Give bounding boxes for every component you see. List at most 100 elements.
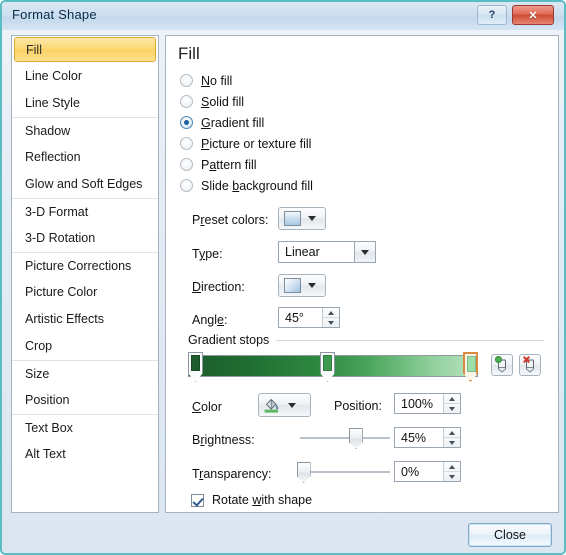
radio-indicator-selected: [180, 116, 193, 129]
brightness-label: Brightness:: [192, 433, 255, 447]
spinner-down-icon[interactable]: [323, 317, 339, 327]
sidebar-item-picture-color[interactable]: Picture Color: [12, 279, 158, 306]
sidebar-item-3d-format[interactable]: 3-D Format: [12, 198, 158, 225]
type-dropdown[interactable]: Linear: [278, 241, 376, 263]
close-button[interactable]: Close: [468, 523, 552, 547]
brightness-stepper[interactable]: 45%: [394, 427, 461, 448]
radio-picture-or-texture-fill[interactable]: Picture or texture fill: [180, 133, 311, 154]
sidebar-item-fill[interactable]: Fill: [14, 37, 156, 62]
radio-no-fill[interactable]: No fill: [180, 70, 232, 91]
radio-label-pattern-fill: Pattern fill: [201, 157, 257, 172]
brightness-value[interactable]: 45%: [395, 431, 443, 445]
spinner-down-icon[interactable]: [444, 403, 460, 413]
radio-indicator: [180, 137, 193, 150]
help-icon[interactable]: ?: [477, 5, 507, 25]
chevron-glyph: [361, 249, 369, 255]
rotate-with-shape-label: Rotate with shape: [212, 493, 313, 507]
remove-gradient-stop-button[interactable]: [519, 354, 541, 376]
category-list[interactable]: Fill Line Color Line Style Shadow Reflec…: [11, 35, 159, 513]
type-label: Type:: [192, 247, 223, 261]
transparency-stepper[interactable]: 0%: [394, 461, 461, 482]
preset-color-swatch: [284, 211, 301, 226]
radio-label-solid-fill: Solid fill: [201, 94, 245, 109]
radio-solid-fill[interactable]: Solid fill: [180, 91, 244, 112]
format-shape-dialog: Format Shape ? ✕ Fill Line Color Line St…: [0, 0, 566, 555]
radio-indicator: [180, 179, 193, 192]
sidebar-item-crop[interactable]: Crop: [12, 333, 158, 360]
radio-slide-background-fill[interactable]: Slide background fill: [180, 175, 313, 196]
sidebar-item-shadow[interactable]: Shadow: [12, 117, 158, 144]
add-gradient-stop-button[interactable]: [491, 354, 513, 376]
sidebar-item-position[interactable]: Position: [12, 387, 158, 414]
spinner-buttons[interactable]: [322, 308, 339, 327]
sidebar-item-size[interactable]: Size: [12, 360, 158, 387]
angle-label: Angle:: [192, 313, 228, 327]
spinner-up-icon[interactable]: [444, 462, 460, 471]
paint-bucket-icon: [263, 397, 281, 413]
spinner-down-icon[interactable]: [444, 471, 460, 481]
chevron-down-icon: [308, 283, 316, 288]
radio-gradient-fill[interactable]: Gradient fill: [180, 112, 264, 133]
remove-stop-icon: [523, 356, 534, 373]
sidebar-item-reflection[interactable]: Reflection: [12, 144, 158, 171]
gradient-stop-0[interactable]: [188, 352, 203, 382]
color-label: Color: [192, 400, 222, 414]
radio-label-gradient-fill: Gradient fill: [201, 115, 265, 130]
stop-color-chip: [467, 356, 476, 372]
preset-colors-label: Preset colors:: [192, 213, 269, 227]
fill-options-panel: Fill No fill Solid fill Gradient fill Pi…: [165, 35, 559, 513]
group-divider: [276, 340, 544, 341]
transparency-slider[interactable]: [296, 462, 390, 483]
chevron-down-icon[interactable]: [354, 242, 375, 262]
position-stepper[interactable]: 100%: [394, 393, 461, 414]
slider-track: [300, 471, 390, 473]
chevron-down-icon: [308, 216, 316, 221]
direction-dropdown[interactable]: [278, 274, 326, 297]
transparency-value[interactable]: 0%: [395, 465, 443, 479]
radio-label-no-fill: No fill: [201, 73, 233, 88]
spinner-buttons[interactable]: [443, 462, 460, 481]
type-value: Linear: [285, 245, 320, 259]
window-title: Format Shape: [12, 7, 97, 22]
radio-pattern-fill[interactable]: Pattern fill: [180, 154, 257, 175]
gradient-stop-2-selected[interactable]: [463, 352, 478, 382]
rotate-with-shape-checkbox[interactable]: Rotate with shape: [191, 493, 312, 507]
sidebar-item-picture-corrections[interactable]: Picture Corrections: [12, 252, 158, 279]
sidebar-item-line-color[interactable]: Line Color: [12, 63, 158, 90]
spinner-up-icon[interactable]: [444, 428, 460, 437]
spinner-down-icon[interactable]: [444, 437, 460, 447]
sidebar-item-glow-and-soft-edges[interactable]: Glow and Soft Edges: [12, 171, 158, 198]
spinner-buttons[interactable]: [443, 394, 460, 413]
position-label: Position:: [334, 399, 382, 413]
sidebar-item-artistic-effects[interactable]: Artistic Effects: [12, 306, 158, 333]
gradient-stop-1[interactable]: [320, 352, 335, 382]
page-title: Fill: [178, 44, 200, 63]
brightness-slider[interactable]: [300, 428, 390, 449]
slider-track: [300, 437, 390, 439]
title-bar: Format Shape ? ✕: [2, 2, 564, 30]
close-icon[interactable]: ✕: [512, 5, 554, 25]
radio-indicator: [180, 74, 193, 87]
preset-colors-dropdown[interactable]: [278, 207, 326, 230]
sidebar-item-alt-text[interactable]: Alt Text: [12, 441, 158, 468]
radio-label-slide-background-fill: Slide background fill: [201, 178, 313, 193]
spinner-up-icon[interactable]: [323, 308, 339, 317]
radio-indicator: [180, 158, 193, 171]
color-dropdown[interactable]: [258, 393, 311, 417]
sidebar-item-3d-rotation[interactable]: 3-D Rotation: [12, 225, 158, 252]
spinner-up-icon[interactable]: [444, 394, 460, 403]
gradient-stops-group-label: Gradient stops: [188, 333, 276, 347]
slider-thumb[interactable]: [296, 462, 311, 483]
slider-thumb[interactable]: [348, 428, 363, 449]
radio-indicator: [180, 95, 193, 108]
direction-label: Direction:: [192, 280, 245, 294]
sidebar-item-line-style[interactable]: Line Style: [12, 90, 158, 117]
add-stop-icon: [495, 356, 506, 373]
sidebar-item-text-box[interactable]: Text Box: [12, 414, 158, 441]
spinner-buttons[interactable]: [443, 428, 460, 447]
angle-value[interactable]: 45°: [279, 311, 322, 325]
radio-label-picture-or-texture-fill: Picture or texture fill: [201, 136, 312, 151]
chevron-down-icon: [288, 402, 296, 408]
position-value[interactable]: 100%: [395, 397, 443, 411]
angle-stepper[interactable]: 45°: [278, 307, 340, 328]
